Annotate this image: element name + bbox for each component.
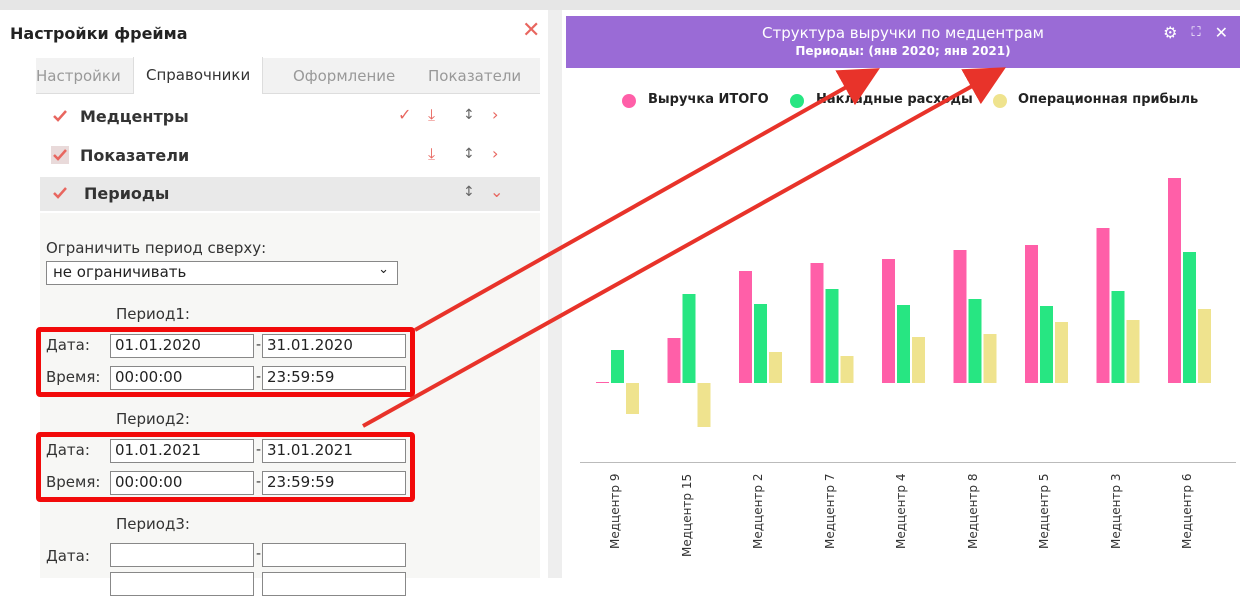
bar[interactable]	[1055, 322, 1068, 383]
x-axis	[580, 462, 1236, 463]
tab-settings[interactable]: Настройки	[36, 67, 121, 85]
legend-label: Операционная прибыль	[1018, 92, 1199, 107]
close-icon[interactable]: ✕	[1215, 23, 1228, 42]
period3-date-label: Дата:	[46, 547, 90, 565]
expand-icon[interactable]: ⛶	[1191, 23, 1200, 42]
bar[interactable]	[1198, 309, 1211, 383]
limit-select[interactable]: не ограничивать ⌄	[46, 261, 398, 285]
bar[interactable]	[953, 250, 967, 383]
bar[interactable]	[739, 271, 752, 383]
bar[interactable]	[1096, 228, 1110, 383]
x-tick-label: Медцентр 8	[965, 474, 980, 550]
period3-time-from[interactable]	[110, 572, 254, 596]
x-tick-label: Медцентр 7	[822, 474, 837, 550]
bar[interactable]	[968, 299, 982, 383]
checkbox-icon[interactable]	[50, 183, 70, 203]
bar[interactable]	[682, 294, 696, 383]
bar[interactable]	[697, 383, 711, 427]
checkbox-icon[interactable]	[50, 106, 70, 126]
legend-swatch	[622, 94, 636, 108]
x-tick-label: Медцентр 4	[894, 474, 908, 550]
bar[interactable]	[1111, 291, 1125, 383]
bar[interactable]	[1168, 178, 1181, 383]
section-label: Показатели	[80, 146, 190, 165]
section-indicators[interactable]: Показатели ⤓ ↕ ›	[40, 139, 540, 173]
bar[interactable]	[611, 350, 624, 383]
x-tick-label: Медцентр 3	[1108, 474, 1123, 550]
chevron-down-icon: ⌄	[378, 262, 389, 277]
bar[interactable]	[912, 337, 925, 383]
bar[interactable]	[882, 259, 895, 383]
legend-label: Накладные расходы	[816, 92, 973, 107]
bar[interactable]	[1040, 306, 1053, 383]
legend-swatch	[993, 94, 1007, 108]
panel-title: Настройки фрейма	[10, 24, 188, 43]
bar[interactable]	[983, 334, 997, 383]
tab-references[interactable]: Справочники	[133, 57, 264, 94]
bar[interactable]	[840, 356, 854, 383]
bar[interactable]	[626, 383, 639, 414]
download-icon[interactable]: ⤓	[428, 145, 435, 163]
chevron-right-icon[interactable]: ›	[492, 145, 498, 163]
chart-header: Структура выручки по медцентрам Периоды:…	[566, 16, 1240, 68]
section-periods[interactable]: Периоды ↕ ⌄	[40, 177, 540, 211]
x-tick-label: Медцентр 5	[1037, 474, 1051, 550]
chart-title: Структура выручки по медцентрам	[762, 24, 1044, 42]
tab-design[interactable]: Оформление	[293, 67, 395, 85]
sort-icon[interactable]: ↕	[463, 106, 475, 124]
period3-title: Период3:	[116, 515, 190, 533]
x-tick-label: Медцентр 6	[1180, 474, 1194, 550]
tab-indicators[interactable]: Показатели	[428, 67, 521, 85]
bar[interactable]	[1025, 245, 1038, 383]
bar[interactable]	[769, 352, 782, 383]
bar[interactable]	[825, 289, 839, 383]
section-medcenters[interactable]: Медцентры ✓ ⤓ ↕ ›	[40, 100, 540, 134]
sort-icon[interactable]: ↕	[463, 183, 475, 201]
chart-subtitle: Периоды: (янв 2020; янв 2021)	[795, 44, 1011, 58]
highlight-box	[36, 327, 415, 397]
bar[interactable]	[897, 305, 910, 383]
bar-chart	[596, 178, 1211, 427]
sort-icon[interactable]: ↕	[463, 145, 475, 163]
bar[interactable]	[754, 304, 767, 383]
section-label: Периоды	[84, 184, 170, 203]
legend-swatch	[790, 94, 804, 108]
check-all-icon[interactable]: ✓	[398, 106, 411, 124]
section-label: Медцентры	[80, 107, 189, 126]
x-tick-label: Медцентр 9	[608, 474, 622, 550]
x-tick-label: Медцентр 15	[679, 474, 694, 558]
tab-bar: Настройки Справочники Оформление Показат…	[36, 57, 540, 94]
chevron-right-icon[interactable]: ›	[492, 106, 498, 124]
bar[interactable]	[1183, 252, 1196, 383]
period2-title: Период2:	[116, 410, 190, 428]
close-icon[interactable]: ✕	[522, 20, 540, 42]
period3-date-to[interactable]	[262, 543, 406, 567]
period3-time-to[interactable]	[262, 572, 406, 596]
bar[interactable]	[1126, 320, 1140, 383]
gear-icon[interactable]: ⚙	[1163, 23, 1177, 42]
bar[interactable]	[810, 263, 824, 383]
chevron-down-icon[interactable]: ⌄	[490, 183, 503, 201]
download-icon[interactable]: ⤓	[428, 106, 435, 124]
limit-label: Ограничить период сверху:	[46, 239, 267, 257]
checkbox-icon[interactable]	[50, 145, 70, 165]
bar[interactable]	[667, 338, 681, 383]
x-tick-label: Медцентр 2	[751, 474, 765, 550]
splitter[interactable]	[548, 10, 562, 578]
dash: -	[256, 546, 262, 562]
bar[interactable]	[596, 382, 609, 383]
top-strip	[0, 0, 1240, 10]
period1-title: Период1:	[116, 305, 190, 323]
period3-date-from[interactable]	[110, 543, 254, 567]
legend-label: Выручка ИТОГО	[648, 92, 769, 107]
limit-select-value: не ограничивать	[53, 263, 187, 281]
highlight-box	[36, 432, 415, 502]
